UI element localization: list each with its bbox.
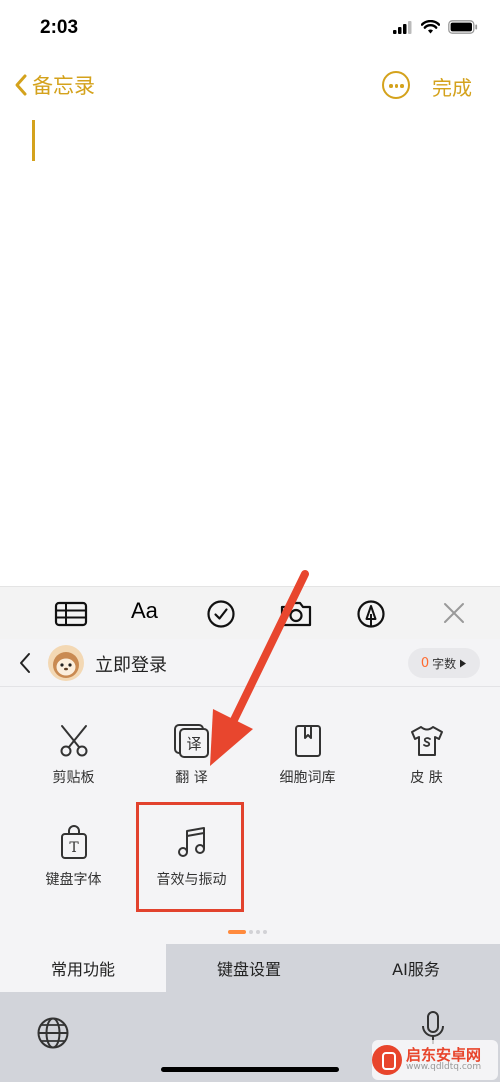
- globe-icon[interactable]: [36, 1016, 70, 1050]
- page-dot: [249, 930, 253, 934]
- watermark-logo-icon: [372, 1045, 402, 1075]
- page-dot-active: [228, 930, 246, 934]
- watermark-url: www.qdldtq.com: [406, 1062, 482, 1073]
- page-dot: [263, 930, 267, 934]
- tab-common-functions[interactable]: 常用功能: [0, 944, 166, 992]
- tab-ai-services[interactable]: AI服务: [332, 944, 500, 992]
- home-indicator: [161, 1067, 339, 1072]
- page-indicator: [228, 930, 267, 934]
- watermark-name: 启东安卓网: [406, 1045, 482, 1064]
- tab-keyboard-settings[interactable]: 键盘设置: [166, 944, 332, 992]
- page-dot: [256, 930, 260, 934]
- keyboard-bottom-tabs: 常用功能 键盘设置 AI服务: [0, 944, 500, 992]
- watermark: 启东安卓网 www.qdldtq.com: [372, 1040, 498, 1080]
- annotation-arrow: [210, 570, 309, 766]
